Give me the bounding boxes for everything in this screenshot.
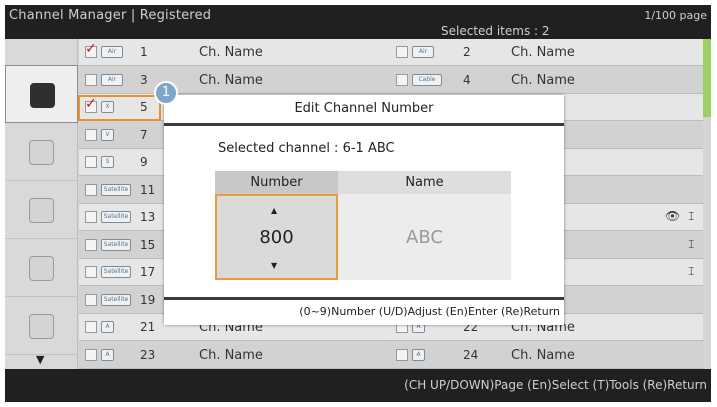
decrement-arrow-icon[interactable]: ▼ <box>271 261 277 270</box>
channel-type-badge: A <box>412 348 425 361</box>
channel-number-stepper[interactable]: ▲ 800 ▼ <box>215 194 338 280</box>
channel-type-badge: Air <box>101 73 123 86</box>
channel-number: 4 <box>463 72 471 87</box>
channel-number: 21 <box>140 320 156 334</box>
channel-type-badge: V <box>101 128 114 141</box>
scrollbar-thumb[interactable] <box>703 39 711 117</box>
channel-number: 23 <box>140 347 156 362</box>
channel-name: Ch. Name <box>199 72 263 88</box>
channel-checkbox[interactable] <box>85 266 97 278</box>
dialog-title: Edit Channel Number <box>294 101 434 116</box>
channel-type-badge: Satellite <box>101 211 131 223</box>
sidebar-item-icon <box>30 83 55 108</box>
footer-key-hints: (CH UP/DOWN)Page (En)Select (T)Tools (Re… <box>404 378 707 392</box>
channel-name-cell: ABC <box>338 194 511 280</box>
channel-manager-screen: Channel Manager | Registered 1/100 page … <box>5 5 711 402</box>
channel-type-badge: S <box>101 156 114 168</box>
hidden-channel-icon: 👁 <box>665 209 681 223</box>
channel-checkbox[interactable] <box>85 211 97 223</box>
sidebar-item-3[interactable] <box>5 181 78 239</box>
channel-checkbox[interactable] <box>85 156 97 168</box>
lock-icon: 𝙸 <box>687 236 696 251</box>
channel-checkbox[interactable] <box>396 46 408 58</box>
channel-name: Ch. Name <box>511 347 575 363</box>
channel-type-badge: Air <box>412 46 434 58</box>
header-bar: Channel Manager | Registered 1/100 page … <box>5 5 711 39</box>
channel-number: 15 <box>140 237 156 252</box>
channel-name-value: ABC <box>406 227 443 248</box>
channel-number: 17 <box>140 265 156 279</box>
channel-checkbox[interactable] <box>85 348 97 361</box>
lock-icon: 𝙸 <box>687 264 696 278</box>
channel-type-badge: Air <box>101 46 123 58</box>
channel-number: 19 <box>140 292 156 307</box>
focus-highlight <box>78 95 161 121</box>
channel-name: Ch. Name <box>511 72 575 88</box>
dialog-bottom-divider <box>164 297 564 300</box>
sidebar-item-icon <box>29 140 54 165</box>
channel-checkbox[interactable] <box>85 183 97 196</box>
sidebar-item-1[interactable] <box>5 65 78 123</box>
channel-row[interactable]: Air 1 Ch. Name Air 2 Ch. Name <box>79 39 703 66</box>
channel-name: Ch. Name <box>511 45 575 60</box>
sidebar-item-2[interactable] <box>5 123 78 181</box>
edit-channel-number-dialog: Edit Channel Number Selected channel : 6… <box>164 95 564 325</box>
number-column-header: Number <box>215 171 338 194</box>
scroll-down-arrow-icon[interactable]: ▼ <box>36 353 44 366</box>
channel-checkbox[interactable] <box>85 41 97 58</box>
sidebar-item-4[interactable] <box>5 239 78 297</box>
category-sidebar: ▼ <box>5 39 78 369</box>
screen-title: Channel Manager | Registered <box>9 8 212 23</box>
channel-type-badge: Satellite <box>101 293 131 306</box>
channel-number: 9 <box>140 155 148 169</box>
channel-name: Ch. Name <box>199 45 263 60</box>
selected-channel-label: Selected channel : 6-1 ABC <box>218 141 395 156</box>
sidebar-item-5[interactable] <box>5 297 78 355</box>
channel-checkbox[interactable] <box>85 321 97 333</box>
step-number-badge: 1 <box>154 81 178 105</box>
page-indicator: 1/100 page <box>644 9 707 22</box>
channel-number: 3 <box>140 72 148 87</box>
channel-checkbox[interactable] <box>85 238 97 251</box>
channel-type-badge: Cable <box>412 73 442 86</box>
channel-checkbox[interactable] <box>85 293 97 306</box>
channel-number: 7 <box>140 127 148 142</box>
increment-arrow-icon[interactable]: ▲ <box>271 206 277 215</box>
name-column-header: Name <box>338 171 511 194</box>
sidebar-item-icon <box>29 256 54 281</box>
channel-checkbox[interactable] <box>396 73 408 86</box>
footer-bar: (CH UP/DOWN)Page (En)Select (T)Tools (Re… <box>5 369 711 402</box>
channel-number: 1 <box>140 45 148 59</box>
lock-icon: 𝙸 <box>687 209 696 223</box>
channel-checkbox[interactable] <box>85 128 97 141</box>
sidebar-item-icon <box>29 314 54 339</box>
channel-type-badge: Satellite <box>101 238 131 251</box>
channel-type-badge: A <box>101 321 114 333</box>
channel-type-badge: Satellite <box>101 266 131 278</box>
channel-type-badge: A <box>101 348 114 361</box>
dialog-top-divider <box>164 123 564 126</box>
sidebar-item-icon <box>29 198 54 223</box>
channel-name: Ch. Name <box>199 347 263 363</box>
channel-number: 13 <box>140 210 156 224</box>
channel-number: 24 <box>463 347 479 362</box>
channel-number: 2 <box>463 45 471 59</box>
channel-type-badge: Satellite <box>101 183 131 196</box>
dialog-key-hints: (0~9)Number (U/D)Adjust (En)Enter (Re)Re… <box>299 305 560 318</box>
selected-items-count: Selected items : 2 <box>441 24 550 38</box>
channel-number-value: 800 <box>259 227 294 248</box>
channel-row[interactable]: A 23 Ch. Name A 24 Ch. Name <box>79 341 703 369</box>
channel-checkbox[interactable] <box>396 348 408 361</box>
channel-number: 11 <box>140 182 156 197</box>
channel-checkbox[interactable] <box>85 73 97 86</box>
